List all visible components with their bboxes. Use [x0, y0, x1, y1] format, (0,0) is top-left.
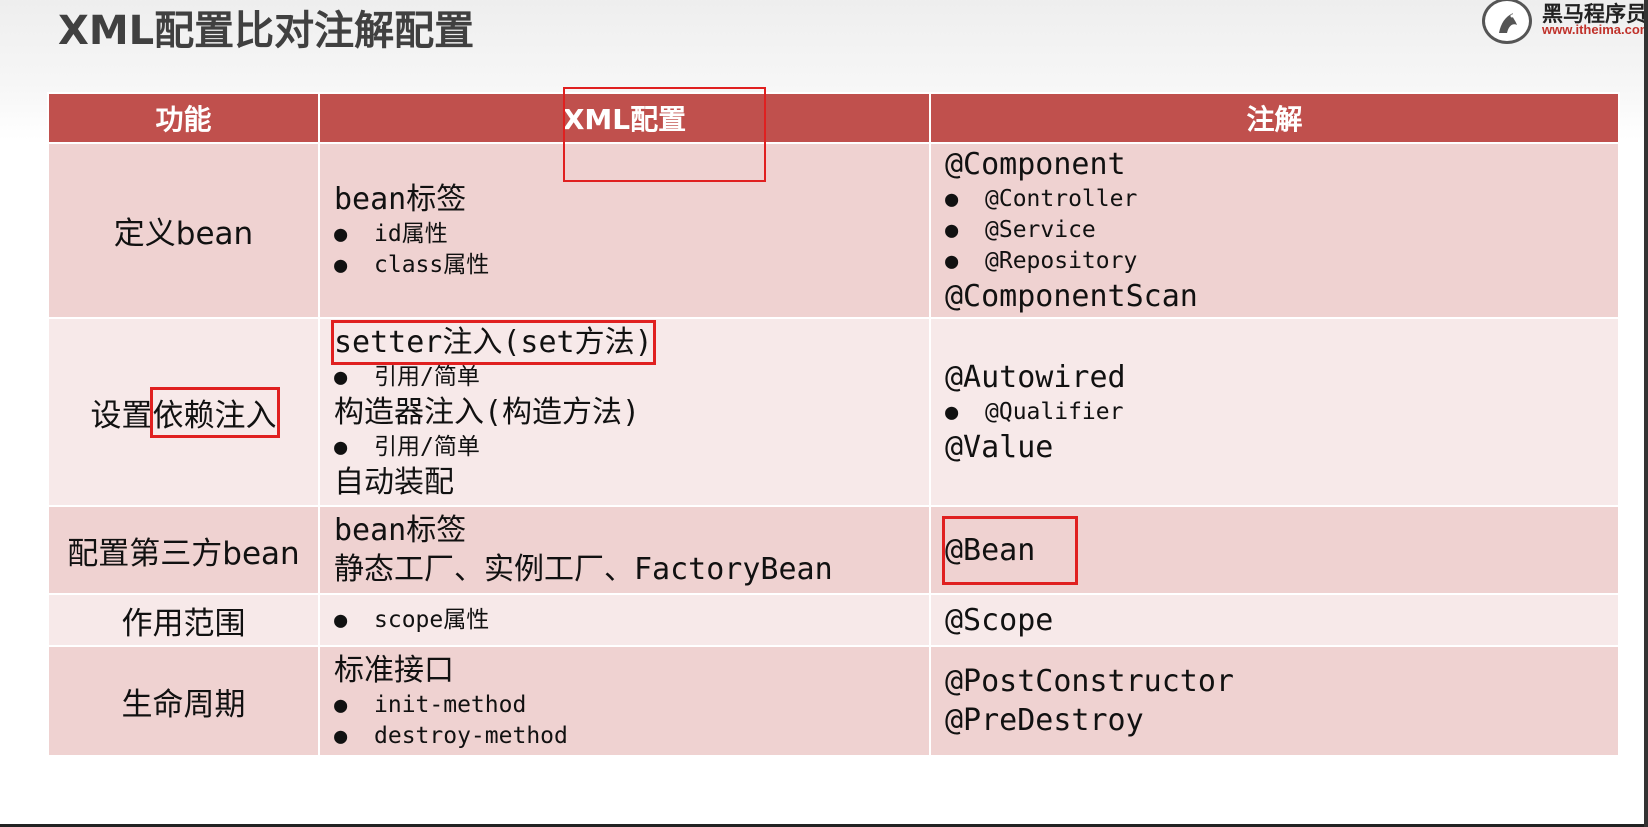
annotation-line: @Bean: [941, 515, 1618, 585]
bullet-text: scope属性: [374, 606, 490, 633]
annotation-cell: @Bean: [929, 505, 1620, 595]
xml-bullet-item: ● init-method: [334, 690, 929, 721]
xml-line: bean标签: [334, 513, 467, 548]
table-row: 配置第三方bean bean标签 静态工厂、实例工厂、FactoryBean @…: [47, 505, 1620, 595]
slide-title: XML配置比对注解配置: [58, 8, 475, 54]
annotation-cell: @Component ● @Controller ● @Service ● @Repo…: [929, 142, 1620, 319]
xml-line: 自动装配: [334, 464, 454, 500]
xml-bullet-item: ● 引用/简单: [334, 362, 929, 393]
xml-header-highlight-box: [563, 87, 766, 182]
feature-cell: 定义bean: [47, 142, 320, 319]
xml-bullet-item: ● id属性: [334, 219, 929, 250]
header-annotation: 注解: [929, 92, 1620, 144]
bullet-icon: ●: [334, 434, 348, 460]
bullet-icon: ●: [334, 723, 348, 749]
xml-bullet-item: ● class属性: [334, 250, 929, 281]
bullet-icon: ●: [945, 218, 959, 243]
logo-url: www.itheima.com: [1542, 22, 1648, 37]
xml-cell: bean标签 静态工厂、实例工厂、FactoryBean: [318, 505, 931, 595]
bullet-icon: ●: [945, 187, 959, 212]
right-edge-divider: [1644, 0, 1648, 827]
table-row: 作用范围 ● scope属性 @Scope: [47, 593, 1620, 647]
annotation-bullet-item: ● @Qualifier: [945, 397, 1618, 428]
xml-bullet-item: ● destroy-method: [334, 721, 929, 752]
brand-logo: 黑马程序员 www.itheima.com: [1482, 0, 1648, 46]
annotation-cell: @Scope: [929, 593, 1620, 647]
xml-line: bean标签: [334, 182, 467, 217]
horse-logo-icon: [1482, 0, 1532, 44]
highlighted-bean-text: @Bean: [941, 515, 1079, 585]
table-row: 定义bean bean标签 ● id属性 ● class属性 @Component …: [47, 142, 1620, 319]
bullet-icon: ●: [334, 607, 348, 633]
header-feature: 功能: [47, 92, 320, 144]
bullet-icon: ●: [334, 364, 348, 390]
xml-bullet-item: ● scope属性: [334, 605, 929, 636]
bullet-text: 引用/简单: [374, 363, 480, 390]
feature-cell: 作用范围: [47, 593, 320, 647]
bullet-icon: ●: [334, 222, 348, 247]
bullet-text: @Repository: [985, 248, 1138, 274]
annotation-bullet-item: ● @Controller: [945, 184, 1618, 215]
annotation-cell: @Autowired ● @Qualifier @Value: [929, 317, 1620, 507]
xml-cell: setter注入(set方法) ● 引用/简单 构造器注入(构造方法) ● 引用/简…: [318, 317, 931, 507]
annotation-line: @Component: [945, 147, 1126, 182]
bullet-text: destroy-method: [374, 722, 568, 749]
bullet-icon: ●: [334, 253, 348, 278]
xml-cell: ● scope属性: [318, 593, 931, 647]
annotation-line: @PreDestroy: [945, 703, 1144, 738]
annotation-line: @ComponentScan: [945, 279, 1198, 314]
annotation-line: @Scope: [945, 602, 1054, 638]
annotation-line: @Value: [945, 429, 1054, 465]
xml-line: 标准接口: [334, 652, 454, 688]
bullet-text: init-method: [374, 691, 527, 718]
bullet-text: 引用/简单: [374, 433, 480, 460]
xml-line: setter注入(set方法): [331, 319, 929, 365]
highlighted-setter-text: setter注入(set方法): [331, 319, 656, 365]
bullet-text: @Controller: [985, 186, 1138, 212]
feature-cell: 配置第三方bean: [47, 505, 320, 595]
bullet-icon: ●: [945, 399, 959, 425]
annotation-bullet-item: ● @Repository: [945, 246, 1618, 277]
feature-cell: 生命周期: [47, 645, 320, 757]
xml-bullet-item: ● 引用/简单: [334, 432, 929, 463]
annotation-cell: @PostConstructor @PreDestroy: [929, 645, 1620, 757]
annotation-line: @PostConstructor: [945, 664, 1234, 699]
table-row: 生命周期 标准接口 ● init-method ● destroy-method @…: [47, 645, 1620, 757]
bullet-text: @Qualifier: [985, 398, 1124, 425]
bullet-text: id属性: [374, 221, 448, 247]
xml-line: 构造器注入(构造方法): [334, 394, 641, 430]
annotation-bullet-item: ● @Service: [945, 215, 1618, 246]
table-row: 设置依赖注入 setter注入(set方法) ● 引用/简单 构造器注入(构造方法…: [47, 317, 1620, 507]
highlighted-feature-text: 依赖注入: [149, 386, 280, 438]
annotation-line: @Autowired: [945, 359, 1126, 395]
bullet-icon: ●: [334, 692, 348, 718]
bullet-text: @Service: [985, 217, 1096, 243]
feature-cell: 设置依赖注入: [47, 317, 320, 507]
bullet-icon: ●: [945, 249, 959, 274]
xml-cell: 标准接口 ● init-method ● destroy-method: [318, 645, 931, 757]
comparison-table: 功能 XML配置 注解 定义bean bean标签 ● id属性 ● class属性…: [47, 92, 1620, 757]
table-header-row: 功能 XML配置 注解: [47, 92, 1620, 144]
xml-line: 静态工厂、实例工厂、FactoryBean: [334, 552, 833, 587]
bullet-text: class属性: [374, 252, 490, 278]
feature-text: 设置: [90, 397, 153, 434]
